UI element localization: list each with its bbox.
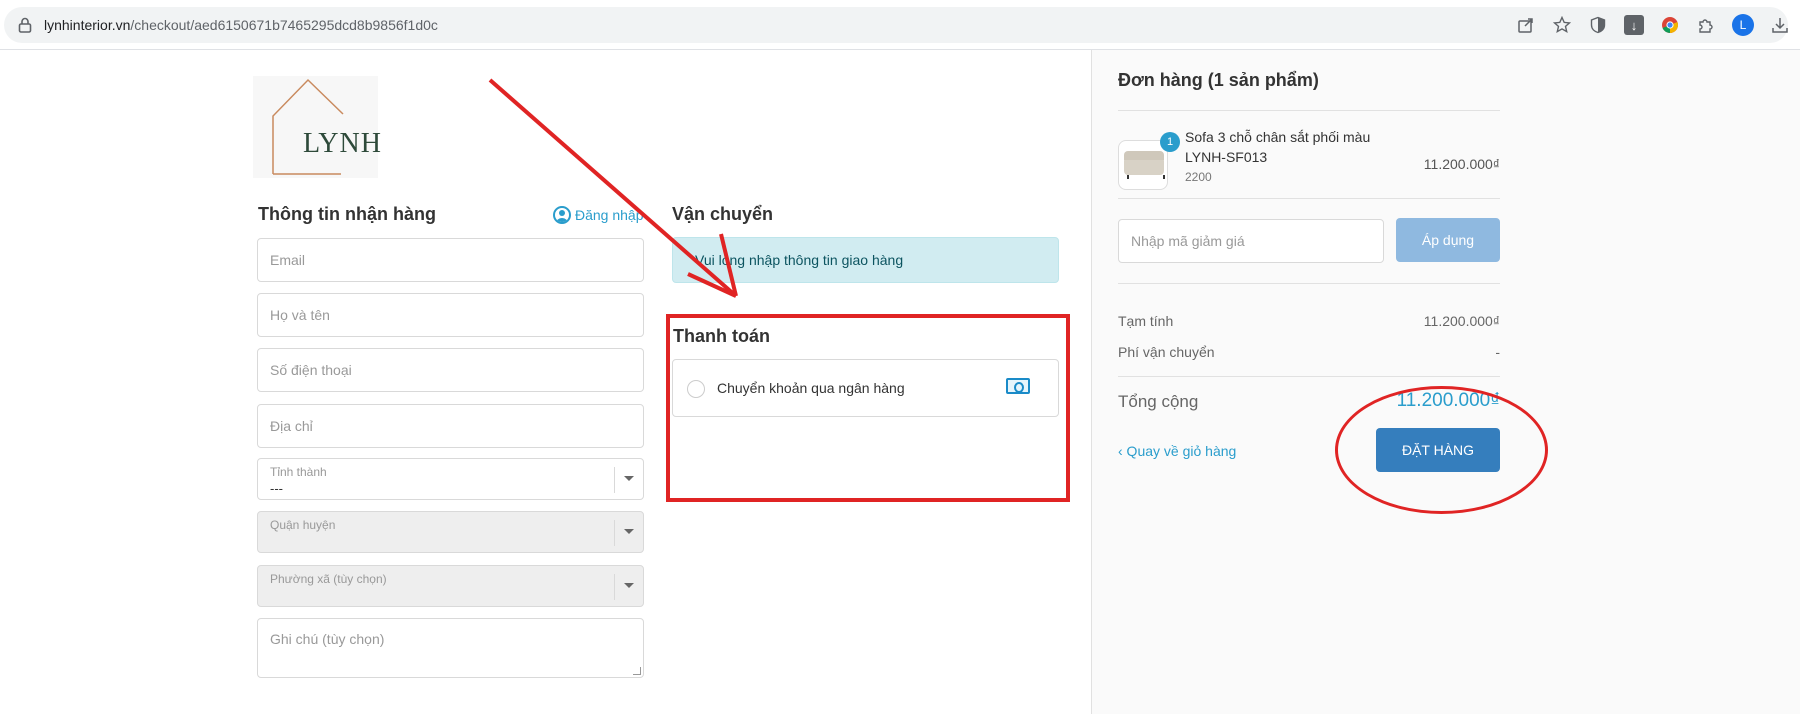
sofa-image [1124,151,1165,179]
divider [1118,198,1500,199]
district-label: Quận huyện [270,518,336,532]
province-label: Tỉnh thành [270,465,327,479]
province-select[interactable]: Tỉnh thành --- [257,458,644,500]
total-label: Tổng cộng [1118,392,1199,411]
annotation-circle [1335,386,1548,514]
fullname-field[interactable] [257,293,644,337]
download-icon[interactable] [1770,15,1790,35]
divider [1118,283,1500,284]
ward-label: Phường xã (tùy chọn) [270,572,387,586]
product-thumbnail [1118,140,1168,190]
profile-avatar[interactable]: L [1732,14,1754,36]
divider [1118,110,1500,111]
discount-code-input[interactable] [1119,220,1383,262]
product-variant: 2200 [1185,170,1212,184]
note-textarea[interactable] [258,619,643,677]
apply-discount-button[interactable]: Áp dụng [1396,218,1500,262]
chevron-down-icon[interactable] [624,583,634,588]
user-circle-icon [553,206,571,224]
shipping-fee-label: Phí vận chuyển [1118,344,1215,360]
chevron-down-icon[interactable] [624,476,634,481]
star-icon[interactable] [1552,15,1572,35]
store-logo[interactable]: LYNH [253,76,381,178]
fullname-input[interactable] [258,294,643,336]
back-to-cart-link[interactable]: ‹ Quay về giỏ hàng [1118,443,1236,459]
product-price: 11.200.000₫ [1423,156,1500,172]
discount-code-field[interactable] [1118,219,1384,263]
download-box-icon[interactable]: ↓ [1624,15,1644,35]
phone-field[interactable] [257,348,644,392]
order-title: Đơn hàng (1 sản phẩm) [1118,70,1319,90]
customer-info-title: Thông tin nhận hàng [258,204,436,224]
province-value: --- [270,481,283,496]
login-link[interactable]: Đăng nhập [553,206,644,224]
product-name: Sofa 3 chỗ chân sắt phối màu LYNH-SF013 [1185,129,1371,165]
share-icon[interactable] [1516,15,1536,35]
email-field[interactable] [257,238,644,282]
address-field[interactable] [257,404,644,448]
url-text: lynhinterior.vn/checkout/aed6150671b7465… [44,17,438,33]
select-separator [614,574,615,600]
subtotal-label: Tạm tính [1118,313,1174,329]
annotation-highlight-box [666,314,1070,502]
shipping-title: Vận chuyển [672,204,774,224]
email-input[interactable] [258,239,643,281]
divider [1118,376,1500,377]
shipping-fee-value: - [1495,344,1500,360]
select-separator [614,520,615,546]
house-outline-icon [272,78,344,175]
logo-text: LYNH [303,128,382,159]
chrome-icon[interactable] [1660,15,1680,35]
address-input[interactable] [258,405,643,447]
lock-icon [18,17,32,33]
chevron-down-icon[interactable] [624,529,634,534]
puzzle-icon[interactable] [1696,15,1716,35]
subtotal-value: 11.200.000₫ [1423,313,1500,329]
shield-icon[interactable] [1588,15,1608,35]
quantity-badge: 1 [1160,132,1180,152]
resize-handle-icon[interactable] [633,667,641,675]
note-field[interactable] [257,618,644,678]
ward-select[interactable]: Phường xã (tùy chọn) [257,565,644,607]
login-label: Đăng nhập [575,207,644,223]
phone-input[interactable] [258,349,643,391]
shipping-notice: Vui lòng nhập thông tin giao hàng [672,237,1059,283]
district-select[interactable]: Quận huyện [257,511,644,553]
browser-toolbar: lynhinterior.vn/checkout/aed6150671b7465… [0,0,1800,50]
select-separator [614,467,615,493]
